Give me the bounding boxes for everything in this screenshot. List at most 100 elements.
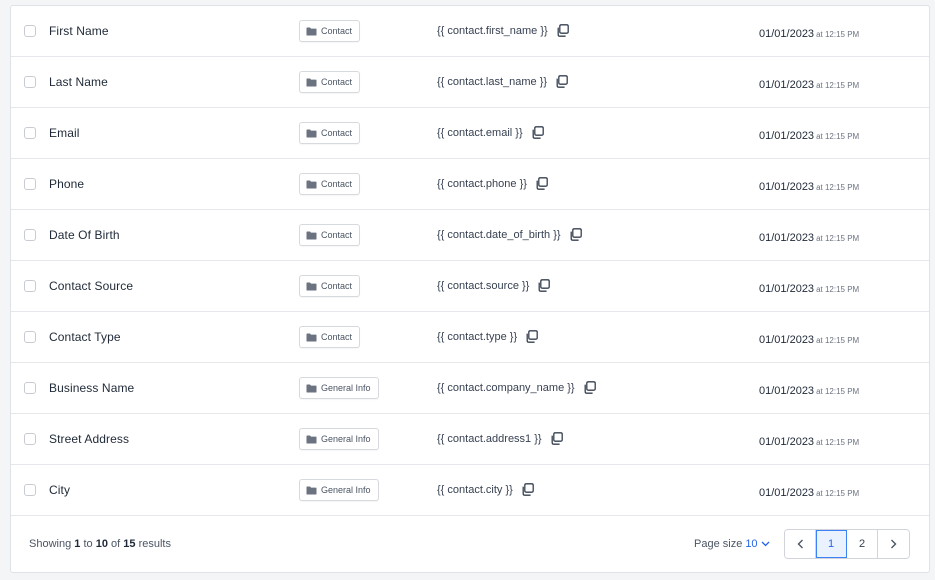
copy-icon[interactable] xyxy=(555,75,568,88)
field-name[interactable]: Contact Source xyxy=(49,279,133,293)
folder-tag-label: Contact xyxy=(321,332,353,342)
page-button-2[interactable]: 2 xyxy=(847,530,878,558)
updated-date: 01/01/2023 at 12:15 PM xyxy=(759,330,859,348)
next-page-button[interactable] xyxy=(878,530,909,558)
table-row[interactable]: Contact Source Contact {{ contact.source }… xyxy=(11,261,929,312)
time-value: at 12:15 PM xyxy=(816,81,860,90)
folder-icon xyxy=(306,129,317,137)
folder-tag[interactable]: General Info xyxy=(299,428,379,450)
time-value: at 12:15 PM xyxy=(816,285,860,294)
merge-field: {{ contact.date_of_birth }} xyxy=(437,228,582,241)
time-value: at 12:15 PM xyxy=(816,132,860,141)
merge-field: {{ contact.first_name }} xyxy=(437,24,569,37)
updated-date: 01/01/2023 at 12:15 PM xyxy=(759,24,859,42)
copy-icon[interactable] xyxy=(537,279,551,292)
folder-tag[interactable]: Contact xyxy=(299,20,361,42)
date-value: 01/01/2023 xyxy=(759,130,815,142)
folder-tag[interactable]: General Info xyxy=(299,479,379,501)
merge-field-text: {{ contact.city }} xyxy=(437,483,513,496)
row-checkbox[interactable] xyxy=(24,178,36,190)
time-value: at 12:15 PM xyxy=(816,489,860,498)
to-label: to xyxy=(83,538,93,550)
table-row[interactable]: Street Address General Info {{ contact.add… xyxy=(11,414,929,465)
folder-tag[interactable]: General Info xyxy=(299,377,379,399)
folder-tag-label: Contact xyxy=(321,26,353,36)
copy-icon[interactable] xyxy=(583,381,596,394)
copy-icon[interactable] xyxy=(531,126,544,139)
row-checkbox[interactable] xyxy=(24,382,36,394)
table-row[interactable]: Contact Type Contact {{ contact.type }} 01/… xyxy=(11,312,929,363)
table-row[interactable]: First Name Contact {{ contact.first_name }… xyxy=(11,6,929,57)
field-name[interactable]: City xyxy=(49,483,70,497)
date-value: 01/01/2023 xyxy=(759,487,815,499)
previous-page-button[interactable] xyxy=(785,530,816,558)
copy-icon[interactable] xyxy=(535,177,548,190)
field-name[interactable]: Last Name xyxy=(49,75,108,89)
range-to: 10 xyxy=(95,538,108,550)
date-value: 01/01/2023 xyxy=(759,232,815,244)
merge-field: {{ contact.type }} xyxy=(437,330,538,343)
pagination: 1 2 xyxy=(784,529,910,559)
of-label: of xyxy=(111,538,121,550)
row-checkbox[interactable] xyxy=(24,127,36,139)
folder-tag[interactable]: Contact xyxy=(299,71,361,93)
page-button-1[interactable]: 1 xyxy=(816,530,847,558)
copy-icon[interactable] xyxy=(569,228,582,241)
field-name[interactable]: Email xyxy=(49,126,80,140)
folder-icon xyxy=(306,282,317,290)
row-checkbox[interactable] xyxy=(24,433,36,445)
updated-date: 01/01/2023 at 12:15 PM xyxy=(759,381,859,399)
field-name[interactable]: First Name xyxy=(49,24,109,38)
folder-tag-label: General Info xyxy=(321,434,371,444)
folder-icon xyxy=(306,384,317,392)
folder-icon xyxy=(306,486,317,494)
table-footer: Showing 1 to 10 of 15 results Page size … xyxy=(11,516,929,572)
range-from: 1 xyxy=(74,538,81,550)
custom-values-table: First Name Contact {{ contact.first_name }… xyxy=(10,5,930,573)
field-name[interactable]: Contact Type xyxy=(49,330,121,344)
field-name[interactable]: Street Address xyxy=(49,432,129,446)
folder-icon xyxy=(306,333,317,341)
updated-date: 01/01/2023 at 12:15 PM xyxy=(759,126,859,144)
row-checkbox[interactable] xyxy=(24,331,36,343)
table-row[interactable]: City General Info {{ contact.city }} 01/01/… xyxy=(11,465,929,516)
row-checkbox[interactable] xyxy=(24,76,36,88)
row-checkbox[interactable] xyxy=(24,280,36,292)
field-name[interactable]: Business Name xyxy=(49,381,134,395)
date-value: 01/01/2023 xyxy=(759,283,815,295)
updated-date: 01/01/2023 at 12:15 PM xyxy=(759,177,859,195)
folder-tag[interactable]: Contact xyxy=(299,173,361,195)
row-checkbox[interactable] xyxy=(24,484,36,496)
chevron-down-icon xyxy=(761,541,770,547)
merge-field-text: {{ contact.email }} xyxy=(437,126,523,139)
table-row[interactable]: Phone Contact {{ contact.phone }} 01/01/202… xyxy=(11,159,929,210)
field-name[interactable]: Date Of Birth xyxy=(49,228,120,242)
row-checkbox[interactable] xyxy=(24,229,36,241)
folder-tag-label: General Info xyxy=(321,383,371,393)
page-size-select[interactable]: Page size 10 xyxy=(694,538,770,550)
results-label: results xyxy=(138,538,171,550)
merge-field: {{ contact.city }} xyxy=(437,483,534,496)
updated-date: 01/01/2023 at 12:15 PM xyxy=(759,228,859,246)
copy-icon[interactable] xyxy=(525,330,538,343)
table-row[interactable]: Date Of Birth Contact {{ contact.date_of_b… xyxy=(11,210,929,261)
folder-tag-label: General Info xyxy=(321,485,371,495)
copy-icon[interactable] xyxy=(556,24,569,37)
field-name[interactable]: Phone xyxy=(49,177,84,191)
copy-icon[interactable] xyxy=(550,432,563,445)
copy-icon[interactable] xyxy=(521,483,534,496)
folder-tag[interactable]: Contact xyxy=(299,275,361,297)
folder-tag[interactable]: Contact xyxy=(299,224,361,246)
merge-field: {{ contact.email }} xyxy=(437,126,544,139)
row-checkbox[interactable] xyxy=(24,25,36,37)
folder-tag[interactable]: Contact xyxy=(299,122,361,144)
table-row[interactable]: Email Contact {{ contact.email }} 01/01/202… xyxy=(11,108,929,159)
folder-tag-label: Contact xyxy=(321,128,353,138)
merge-field: {{ contact.phone }} xyxy=(437,177,548,190)
time-value: at 12:15 PM xyxy=(816,183,860,192)
table-row[interactable]: Business Name General Info {{ contact.comp… xyxy=(11,363,929,414)
folder-tag[interactable]: Contact xyxy=(299,326,361,348)
updated-date: 01/01/2023 at 12:15 PM xyxy=(759,483,859,501)
table-body: First Name Contact {{ contact.first_name }… xyxy=(11,6,929,516)
table-row[interactable]: Last Name Contact {{ contact.last_name }} 0… xyxy=(11,57,929,108)
